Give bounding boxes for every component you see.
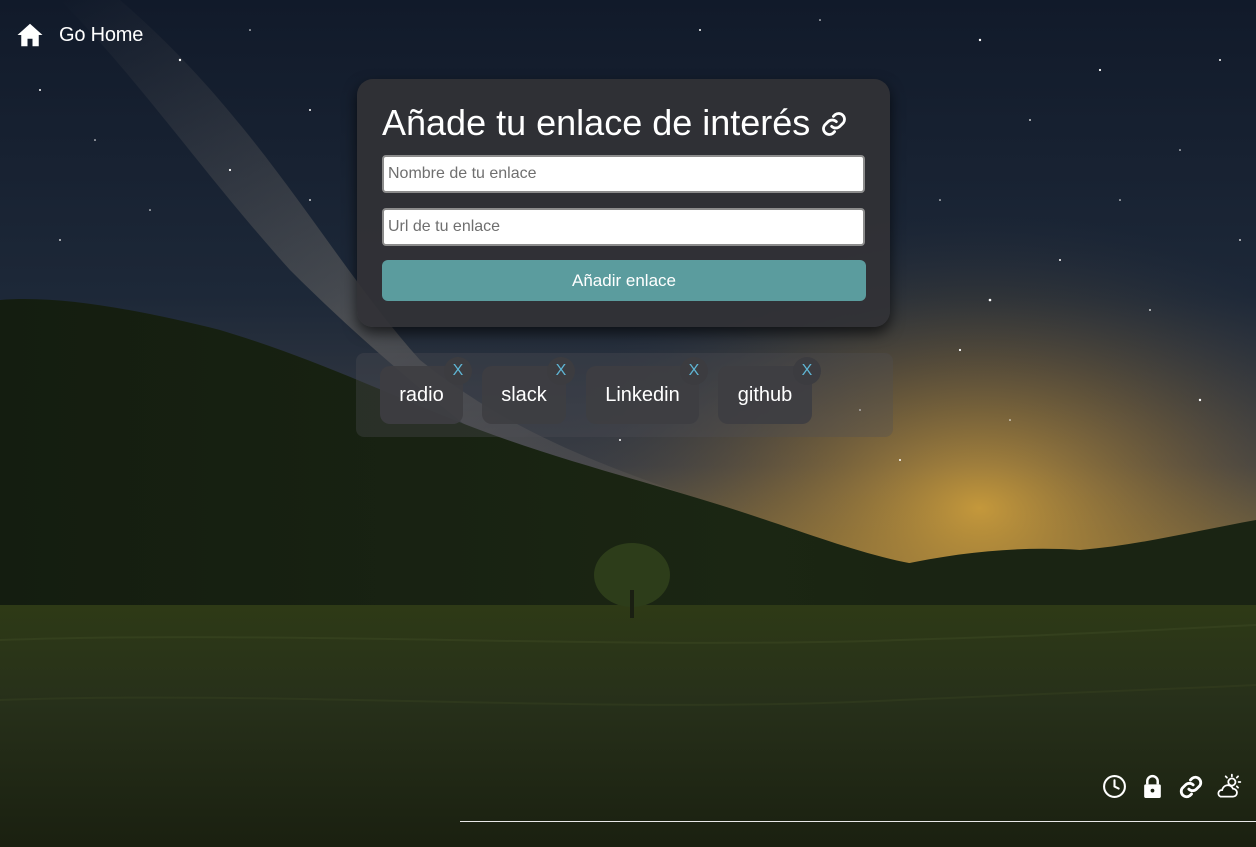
add-link-card: Añade tu enlace de interés Añadir enlace <box>357 79 890 327</box>
link-name-input[interactable] <box>382 155 865 193</box>
add-link-title-text: Añade tu enlace de interés <box>382 102 811 143</box>
bottom-nav <box>1101 773 1242 800</box>
link-chip-label: github <box>737 383 793 406</box>
link-chip-label: radio <box>399 383 444 406</box>
home-icon <box>17 23 43 47</box>
add-link-title: Añade tu enlace de interés <box>382 101 848 145</box>
go-home-label: Go Home <box>59 23 144 46</box>
saved-links-panel: radio X slack X Linkedin X github X <box>356 353 893 437</box>
link-icon <box>822 112 847 136</box>
link-chip-label: Linkedin <box>605 383 680 406</box>
clock-nav-button[interactable] <box>1101 773 1128 800</box>
link-url-input[interactable] <box>382 208 865 246</box>
go-home-link[interactable]: Go Home <box>15 20 143 50</box>
links-nav-button[interactable] <box>1177 773 1204 800</box>
link-chip-slack[interactable]: slack X <box>482 357 575 424</box>
remove-link-button[interactable]: X <box>547 357 575 385</box>
add-link-button[interactable]: Añadir enlace <box>382 260 866 301</box>
bottom-divider <box>460 821 1256 822</box>
remove-link-button[interactable]: X <box>444 357 472 385</box>
clock-icon <box>1103 775 1126 798</box>
remove-link-button[interactable]: X <box>680 357 708 385</box>
link-chip-radio[interactable]: radio X <box>380 357 472 424</box>
link-chip-linkedin[interactable]: Linkedin X <box>586 357 708 424</box>
lock-nav-button[interactable] <box>1139 773 1166 800</box>
weather-nav-button[interactable] <box>1215 773 1242 800</box>
link-chip-github[interactable]: github X <box>718 357 821 424</box>
remove-link-button[interactable]: X <box>793 357 821 385</box>
link-icon <box>1179 775 1202 798</box>
weather-icon <box>1217 773 1242 798</box>
link-chip-label: slack <box>501 383 547 406</box>
lock-icon <box>1144 774 1161 798</box>
